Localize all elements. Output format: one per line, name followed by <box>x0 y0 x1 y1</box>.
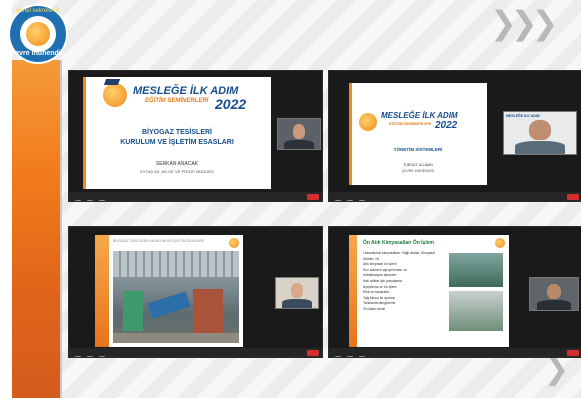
banner-year: 2022 <box>215 96 247 112</box>
side-divider <box>60 60 62 398</box>
banner-subtitle: EĞİTİM SEMİNERLERİ <box>145 98 209 104</box>
mic-icon[interactable] <box>335 356 341 357</box>
banner-subtitle: EĞİTİM SEMİNERLERİ <box>389 121 432 126</box>
participant-body <box>284 140 314 149</box>
participant-face <box>546 283 562 300</box>
logo-sun-icon <box>26 22 50 46</box>
share-icon[interactable] <box>359 200 365 201</box>
event-logo-icon <box>229 238 239 248</box>
slide-accent <box>95 235 109 347</box>
participant-body <box>514 141 566 154</box>
blue-conveyor <box>147 291 191 319</box>
presenter-role: ÇEVRE MÜHENDİSİ <box>401 169 435 173</box>
participant-body <box>282 299 312 308</box>
slide-accent <box>349 235 357 347</box>
event-logo-icon <box>495 238 505 248</box>
camera-icon[interactable] <box>347 356 353 357</box>
slide-title-line-1: BİYOGAZ TESİSLERİ <box>141 129 212 136</box>
roof-structure <box>113 251 239 277</box>
facility-photo <box>113 251 239 343</box>
presentation-slide: Ön Atık Kimyasalları Ön İşlem Laboratuva… <box>349 235 509 347</box>
meeting-screenshot-3: BİYOGAZ TESİSLERİ KURULUM VE İŞLETİM ESA… <box>68 226 323 358</box>
event-logo-icon <box>359 113 377 131</box>
slide-title-line-2: KURULUM VE İŞLETİM ESASLARI <box>120 139 234 146</box>
participant-face <box>529 119 551 140</box>
virtual-background-banner: MESLEĞE İLK ADIM <box>506 114 540 118</box>
participant-body <box>537 300 571 310</box>
cap-icon <box>103 79 121 85</box>
share-icon[interactable] <box>99 200 105 201</box>
floor <box>113 333 239 343</box>
meeting-screenshot-4: Ön Atık Kimyasalları Ön İşlem Laboratuva… <box>328 226 581 358</box>
left-margin <box>0 0 12 398</box>
mic-icon[interactable] <box>335 200 341 201</box>
leave-button[interactable] <box>307 350 319 356</box>
presentation-slide: BİYOGAZ TESİSLERİ KURULUM VE İŞLETİM ESA… <box>95 235 243 347</box>
share-icon[interactable] <box>99 356 105 357</box>
mic-icon[interactable] <box>75 356 81 357</box>
meeting-screenshot-2: MESLEĞE İLK ADIM EĞİTİM SEMİNERLERİ 2022… <box>328 70 581 202</box>
participant-face <box>292 124 306 139</box>
slide-text: Laboratuvar kimyasalları: Yağlı atıklar,… <box>363 251 445 313</box>
red-machine <box>193 289 223 333</box>
banner-title: MESLEĞE İLK ADIM <box>381 111 458 120</box>
green-machine <box>123 291 143 331</box>
camera-icon[interactable] <box>87 356 93 357</box>
mic-icon[interactable] <box>75 200 81 201</box>
participant-face <box>290 283 304 298</box>
leave-button[interactable] <box>567 194 579 200</box>
meeting-toolbar <box>329 348 581 357</box>
camera-icon[interactable] <box>87 200 93 201</box>
text-line: Ön işlem tesisi <box>363 306 386 311</box>
logo-top-text: genel sekreterlik <box>16 8 60 14</box>
presenter-name: SERKAN ANACAK <box>155 161 199 167</box>
slide-header: BİYOGAZ TESİSLERİ KURULUM VE İŞLETİM ESA… <box>113 239 204 243</box>
orange-side-band <box>12 60 60 398</box>
meeting-screenshot-1: MESLEĞE İLK ADIM EĞİTİM SEMİNERLERİ 2022… <box>68 70 323 202</box>
presentation-slide: MESLEĞE İLK ADIM EĞİTİM SEMİNERLERİ 2022… <box>349 83 487 185</box>
participant-video[interactable]: MESLEĞE İLK ADIM <box>503 111 577 155</box>
slide-header: Ön Atık Kimyasalları Ön İşlem <box>363 240 434 246</box>
equipment-photo-2 <box>449 291 503 331</box>
slide-title: YÖNETİM SİSTEMLERİ <box>393 147 443 152</box>
logo: genel sekreterlik çevre mühendis <box>10 6 66 62</box>
event-logo-icon <box>103 83 127 107</box>
meeting-toolbar <box>69 192 322 201</box>
equipment-photo-1 <box>449 253 503 287</box>
banner-year: 2022 <box>435 120 458 131</box>
participant-video[interactable] <box>529 277 579 311</box>
presenter-name: TURGUT ULUŞAN <box>403 163 433 167</box>
meeting-toolbar <box>69 348 322 357</box>
leave-button[interactable] <box>567 350 579 356</box>
meeting-toolbar <box>329 192 581 201</box>
chevron-right-triple-icon[interactable]: ❯❯❯ <box>490 4 558 42</box>
text-line: Laboratuvar kimyasalları: Yağlı atıklar,… <box>363 251 435 261</box>
share-icon[interactable] <box>359 356 365 357</box>
participant-video[interactable] <box>275 277 319 309</box>
camera-icon[interactable] <box>347 200 353 201</box>
leave-button[interactable] <box>307 194 319 200</box>
participant-video[interactable] <box>277 118 321 150</box>
presentation-slide: MESLEĞE İLK ADIM EĞİTİM SEMİNERLERİ 2022… <box>83 77 271 189</box>
logo-bottom-text: çevre mühendis <box>11 50 65 57</box>
presenter-role: EXTAŞ AŞ. AR-GE VE PROJE MÜDÜRÜ <box>140 169 214 174</box>
